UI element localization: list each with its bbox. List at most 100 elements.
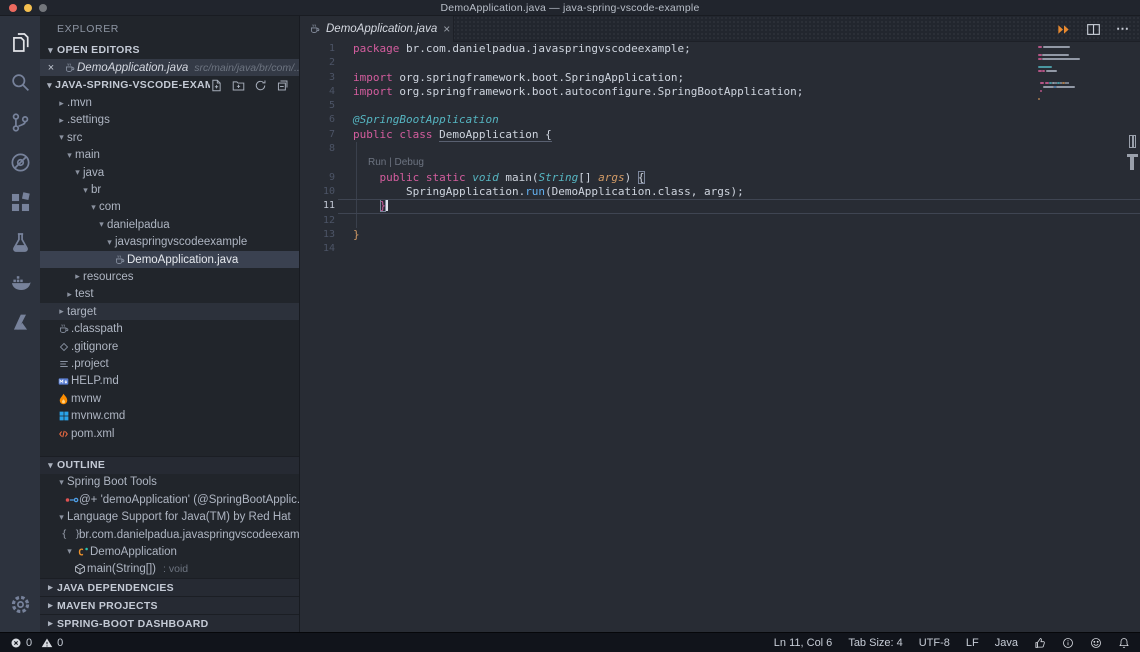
info-icon[interactable]	[1062, 637, 1074, 649]
cursor-position[interactable]: Ln 11, Col 6	[774, 637, 833, 649]
tab-demoapplication[interactable]: DemoApplication.java ×	[300, 16, 454, 42]
close-icon[interactable]: ×	[443, 22, 450, 36]
outline-item-demoapplication[interactable]: ▾CDemoApplication	[40, 543, 299, 560]
sidebar-item-explorer[interactable]	[0, 22, 40, 62]
encoding[interactable]: UTF-8	[919, 637, 950, 649]
refresh-icon[interactable]	[254, 79, 267, 92]
minimap[interactable]	[1038, 46, 1126, 106]
outline-item--demoapplication-springbootapplic-[interactable]: @+ 'demoApplication' (@SpringBootApplic.…	[40, 491, 299, 508]
chevron-down-icon: ▾	[56, 512, 67, 523]
open-editor-item[interactable]: × DemoApplication.java src/main/java/br/…	[40, 59, 299, 76]
outline-item-main-string-[interactable]: main(String[]): void	[40, 561, 299, 578]
code-line-9[interactable]: 9 public static void main(String[] args)…	[300, 171, 1140, 185]
tree-item-resources[interactable]: ▸resources	[40, 268, 299, 285]
tree-item-javaspringvscodeexample[interactable]: ▾javaspringvscodeexample	[40, 234, 299, 251]
code-line-10[interactable]: 10 SpringApplication.run(DemoApplication…	[300, 185, 1140, 199]
codelens-row[interactable]: Run | Debug	[300, 156, 1140, 170]
sidebar-item-search[interactable]	[0, 62, 40, 102]
smiley-icon[interactable]	[1090, 637, 1102, 649]
tree-item-br[interactable]: ▾br	[40, 181, 299, 198]
line-number[interactable]: 5	[300, 99, 338, 113]
line-number[interactable]: 2	[300, 56, 338, 70]
settings-gear-button[interactable]	[0, 584, 40, 624]
tree-item--classpath[interactable]: .classpath	[40, 320, 299, 337]
codelens-run-debug[interactable]: Run | Debug	[368, 156, 424, 170]
tree-item--project[interactable]: .project	[40, 355, 299, 372]
tree-item--mvn[interactable]: ▸.mvn	[40, 94, 299, 111]
minimize-window-button[interactable]	[24, 4, 32, 12]
zoom-window-button[interactable]	[39, 4, 47, 12]
errors-indicator[interactable]: 0	[10, 637, 32, 649]
tree-item--settings[interactable]: ▸.settings	[40, 112, 299, 129]
line-number[interactable]: 14	[300, 242, 338, 256]
tree-item-test[interactable]: ▸test	[40, 286, 299, 303]
tree-item--gitignore[interactable]: .gitignore	[40, 338, 299, 355]
close-icon[interactable]: ×	[40, 62, 62, 74]
panel-maven-projects[interactable]: ▸ MAVEN PROJECTS	[40, 596, 299, 614]
code-line-5[interactable]: 5	[300, 99, 1140, 113]
language-mode[interactable]: Java	[995, 637, 1018, 649]
line-number[interactable]: 8	[300, 142, 338, 156]
java-run-icon[interactable]	[1056, 22, 1071, 37]
line-number[interactable]: 13	[300, 228, 338, 242]
panel-java-dependencies[interactable]: ▸ JAVA DEPENDENCIES	[40, 578, 299, 596]
line-number[interactable]: 3	[300, 71, 338, 85]
thumbs-up-icon[interactable]	[1034, 637, 1046, 649]
new-folder-icon[interactable]	[232, 79, 245, 92]
tree-item-main[interactable]: ▾main	[40, 147, 299, 164]
java-file-icon	[309, 23, 320, 35]
close-window-button[interactable]	[9, 4, 17, 12]
line-number[interactable]: 12	[300, 214, 338, 228]
code-line-1[interactable]: 1package br.com.danielpadua.javaspringvs…	[300, 42, 1140, 56]
line-number[interactable]: 6	[300, 113, 338, 127]
sidebar-item-extensions[interactable]	[0, 182, 40, 222]
line-number[interactable]: 9	[300, 171, 338, 185]
code-editor[interactable]: 1package br.com.danielpadua.javaspringvs…	[300, 42, 1140, 256]
tree-item-com[interactable]: ▾com	[40, 199, 299, 216]
sidebar-item-source-control[interactable]	[0, 102, 40, 142]
collapse-folders-icon[interactable]	[276, 79, 289, 92]
sidebar-item-azure[interactable]	[0, 302, 40, 342]
tree-item-demoapplication-java[interactable]: DemoApplication.java	[40, 251, 299, 268]
outline-item-language-support-for-java-tm-by-red-hat[interactable]: ▾Language Support for Java(TM) by Red Ha…	[40, 508, 299, 525]
outline-item-br-com-danielpadua-javaspringvscodeexam-[interactable]: { }br.com.danielpadua.javaspringvscodeex…	[40, 526, 299, 543]
tree-item-target[interactable]: ▸target	[40, 303, 299, 320]
split-editor-icon[interactable]	[1086, 22, 1101, 37]
tree-item-java[interactable]: ▾java	[40, 164, 299, 181]
outline-item-spring-boot-tools[interactable]: ▾Spring Boot Tools	[40, 474, 299, 491]
tab-size[interactable]: Tab Size: 4	[848, 637, 902, 649]
open-editors-header[interactable]: ▾ OPEN EDITORS	[40, 41, 299, 59]
eol-sequence[interactable]: LF	[966, 637, 979, 649]
sidebar-item-testing[interactable]	[0, 222, 40, 262]
more-actions-icon[interactable]: ⋯	[1116, 21, 1130, 37]
code-line-11[interactable]: 11 }	[300, 199, 1140, 213]
line-number[interactable]: 10	[300, 185, 338, 199]
code-line-7[interactable]: 7public class DemoApplication {	[300, 128, 1140, 142]
code-line-14[interactable]: 14	[300, 242, 1140, 256]
line-number[interactable]: 4	[300, 85, 338, 99]
sidebar-item-run-debug[interactable]	[0, 142, 40, 182]
sidebar-item-docker[interactable]	[0, 262, 40, 302]
line-number[interactable]: 1	[300, 42, 338, 56]
tree-item-mvnw-cmd[interactable]: mvnw.cmd	[40, 407, 299, 424]
tree-item-help-md[interactable]: HELP.md	[40, 373, 299, 390]
tree-item-danielpadua[interactable]: ▾danielpadua	[40, 216, 299, 233]
code-line-4[interactable]: 4import org.springframework.boot.autocon…	[300, 85, 1140, 99]
panel-spring-boot-dashboard[interactable]: ▸ SPRING-BOOT DASHBOARD	[40, 614, 299, 632]
code-line-3[interactable]: 3import org.springframework.boot.SpringA…	[300, 71, 1140, 85]
project-root-header[interactable]: ▾ JAVA-SPRING-VSCODE-EXAMPLE	[40, 76, 299, 94]
code-line-2[interactable]: 2	[300, 56, 1140, 70]
tree-item-mvnw[interactable]: mvnw	[40, 390, 299, 407]
code-line-6[interactable]: 6@SpringBootApplication	[300, 113, 1140, 127]
code-line-8[interactable]: 8	[300, 142, 1140, 156]
bell-icon[interactable]	[1118, 637, 1130, 649]
code-line-13[interactable]: 13}	[300, 228, 1140, 242]
outline-header[interactable]: ▾ OUTLINE	[40, 456, 299, 474]
line-number[interactable]: 11	[300, 199, 338, 213]
line-number[interactable]: 7	[300, 128, 338, 142]
code-line-12[interactable]: 12	[300, 214, 1140, 228]
tree-item-src[interactable]: ▾src	[40, 129, 299, 146]
warnings-indicator[interactable]: 0	[41, 637, 63, 649]
new-file-icon[interactable]	[210, 79, 223, 92]
tree-item-pom-xml[interactable]: pom.xml	[40, 425, 299, 442]
